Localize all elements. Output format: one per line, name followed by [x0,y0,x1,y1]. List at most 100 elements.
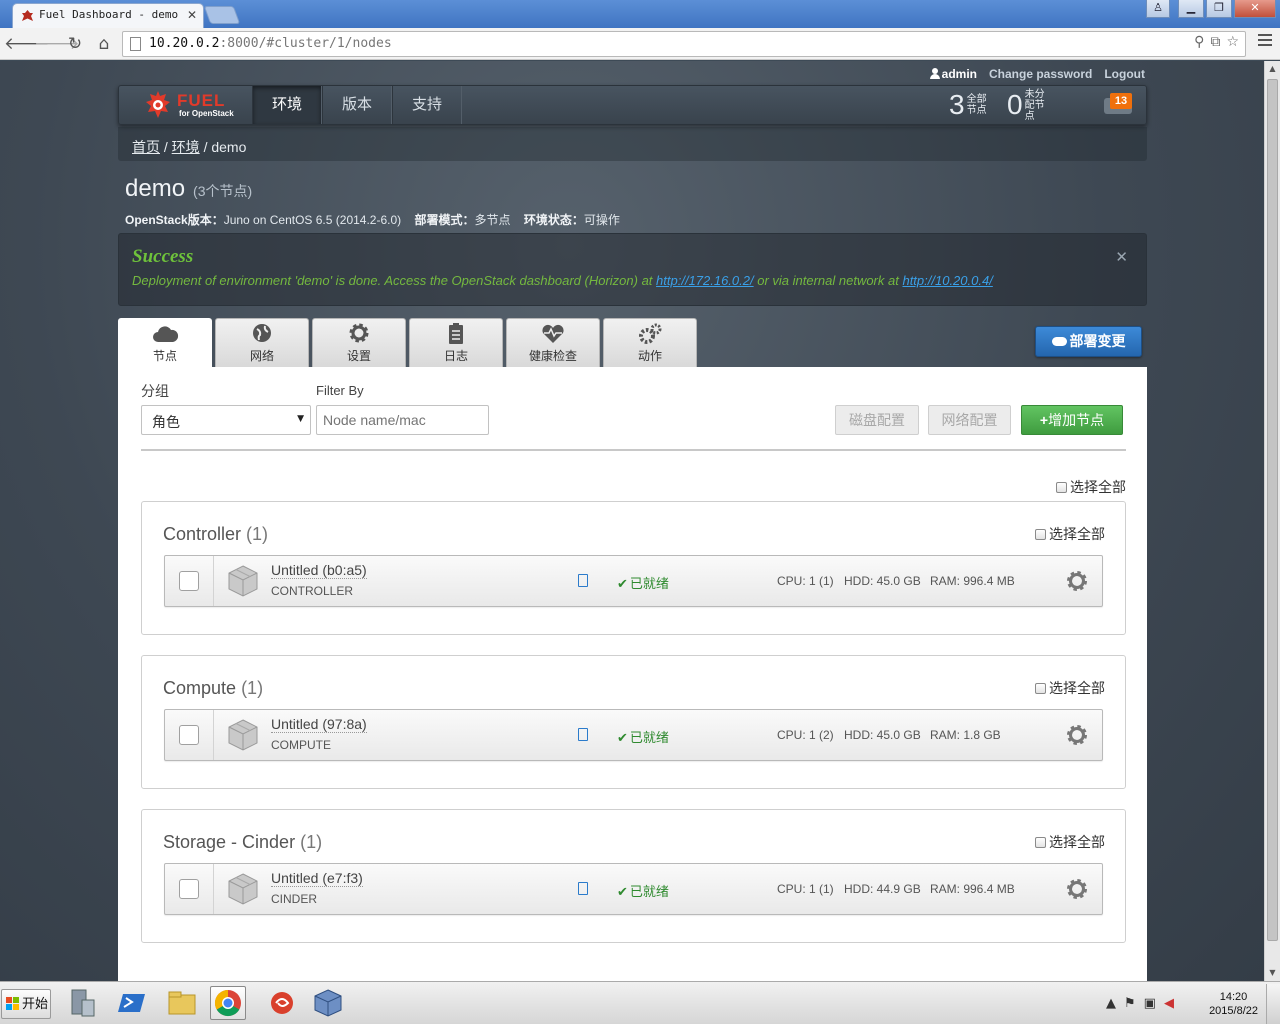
extension-icon[interactable]: ⚲ [1194,34,1204,50]
total-nodes-count: 3 [949,89,965,120]
nav-tab-support[interactable]: 支持 [392,86,462,124]
select-all-group[interactable]: 选择全部 [1035,678,1105,698]
node-name[interactable]: Untitled (b0:a5) [271,562,367,579]
unallocated-nodes-stat[interactable]: 0 未分配节点 [1007,87,1051,123]
chrome-icon [214,989,241,1017]
scroll-thumb[interactable] [1267,79,1278,941]
server-box-icon [228,873,258,905]
total-nodes-stat[interactable]: 3 全部节点 [949,87,993,123]
bookmark-star-icon[interactable]: ☆ [1226,34,1239,50]
group-select-checkbox[interactable] [1035,529,1046,540]
browser-tab[interactable]: Fuel Dashboard - demo ✕ [12,3,204,28]
node-row[interactable]: Untitled (b0:a5) CONTROLLER ✔ 已就绪 CPU: 1 … [164,555,1103,607]
tab-close-icon[interactable]: ✕ [187,8,197,22]
select-all-global[interactable]: 选择全部 [1056,477,1126,497]
node-name[interactable]: Untitled (97:8a) [271,716,367,733]
back-icon[interactable]: 🡐 [4,32,50,56]
show-desktop-button[interactable] [1266,984,1280,1024]
translate-icon[interactable]: ⧉ [1210,34,1220,50]
group-title: Controller (1) [163,524,269,544]
breadcrumb-environments[interactable]: 环境 [172,139,200,155]
minimize-button[interactable]: ▁ [1178,0,1204,18]
group-select-checkbox[interactable] [1035,837,1046,848]
change-password-link[interactable]: Change password [989,67,1092,81]
start-button[interactable]: 开始 [1,989,51,1019]
nav-tab-environments[interactable]: 环境 [252,86,322,124]
taskbar-clock[interactable]: 14:20 2015/8/22 [1209,990,1258,1018]
tab-nodes[interactable]: 节点 [118,318,212,368]
network-config-button[interactable]: 网络配置 [928,405,1011,435]
fuel-logo[interactable]: FUEL for OpenStack [143,89,234,121]
globe-icon [253,324,271,342]
node-checkbox[interactable] [179,879,199,899]
group-by-select[interactable]: 角色 ▼ [141,405,311,435]
nodes-panel: 分组 Filter By 角色 ▼ 磁盘配置 网络配置 +增加节点 选择全部 C… [118,367,1147,981]
system-tray: ▲ ⚑ ▣ ◀ 14:20 2015/8/22 [1100,984,1280,1024]
logout-link[interactable]: Logout [1104,67,1145,81]
server-manager-icon[interactable] [64,986,100,1020]
deploy-changes-button[interactable]: 部署变更 [1035,326,1142,357]
page-scrollbar[interactable]: ▲ ▼ [1264,61,1280,981]
disk-config-button[interactable]: 磁盘配置 [835,405,919,435]
group-title: Storage - Cinder (1) [163,832,323,852]
node-row[interactable]: Untitled (97:8a) COMPUTE ✔ 已就绪 CPU: 1 (2)… [164,709,1103,761]
home-icon[interactable]: ⌂ [92,32,116,56]
node-logs-icon[interactable] [578,728,588,741]
volume-muted-icon[interactable]: ◀ [1164,996,1174,1011]
forward-icon[interactable]: 🡒 [34,32,80,56]
main-navbar: FUEL for OpenStack 环境 版本 支持 3 全部节点 0 未分配… [118,85,1147,125]
tab-settings[interactable]: 设置 [312,318,406,367]
group-select-checkbox[interactable] [1035,683,1046,694]
powershell-icon[interactable] [114,986,150,1020]
tab-logs[interactable]: 日志 [409,318,503,367]
node-row[interactable]: Untitled (e7:f3) CINDER ✔ 已就绪 CPU: 1 (1) … [164,863,1103,915]
select-all-group[interactable]: 选择全部 [1035,524,1105,544]
node-settings-gear-icon[interactable] [1066,570,1088,592]
user-menu[interactable]: admin [929,67,977,81]
scroll-up-icon[interactable]: ▲ [1265,61,1280,77]
breadcrumb-home[interactable]: 首页 [132,139,160,155]
scroll-down-icon[interactable]: ▼ [1265,965,1280,981]
node-logs-icon[interactable] [578,574,588,587]
reload-icon[interactable]: ↻ [63,32,87,56]
virtualbox-icon[interactable] [310,986,346,1020]
tab-actions[interactable]: 动作 [603,318,697,367]
select-all-checkbox[interactable] [1056,482,1067,493]
clock-time: 14:20 [1219,991,1248,1003]
action-center-flag-icon[interactable]: ⚑ [1124,996,1136,1011]
browser-menu-icon[interactable] [1258,34,1272,48]
node-logs-icon[interactable] [578,882,588,895]
tab-health-check[interactable]: 健康检查 [506,318,600,367]
notifications-button[interactable]: 13 [1104,92,1134,116]
node-ram: RAM: 996.4 MB [930,574,1015,588]
logo-text: FUEL [177,91,226,110]
chrome-taskbar-button[interactable] [210,986,246,1020]
horizon-public-link[interactable]: http://172.16.0.2/ [656,273,754,288]
node-checkbox[interactable] [179,571,199,591]
add-nodes-button[interactable]: +增加节点 [1021,405,1123,435]
close-icon[interactable]: ✕ [1115,248,1128,266]
address-bar[interactable]: 10.20.0.2:8000/#cluster/1/nodes ⚲ ⧉ ☆ [122,31,1246,57]
profile-icon[interactable]: ♙ [1146,0,1170,18]
horizon-internal-link[interactable]: http://10.20.0.4/ [902,273,992,288]
tab-network[interactable]: 网络 [215,318,309,367]
app-swirl-icon[interactable] [264,986,300,1020]
new-tab-button[interactable] [203,6,241,24]
clipboard-icon [449,323,463,344]
tray-expand-icon[interactable]: ▲ [1106,996,1116,1011]
close-window-button[interactable]: ✕ [1234,0,1276,18]
node-settings-gear-icon[interactable] [1066,724,1088,746]
node-checkbox[interactable] [179,725,199,745]
logo-subtitle: for OpenStack [179,109,234,118]
restore-button[interactable]: ❐ [1206,0,1232,18]
heart-pulse-icon [542,324,564,343]
node-settings-gear-icon[interactable] [1066,878,1088,900]
node-cpu: CPU: 1 (1) [777,574,834,588]
file-explorer-icon[interactable] [164,986,200,1020]
deploy-mode-label: 部署模式： [414,213,475,227]
node-name[interactable]: Untitled (e7:f3) [271,870,363,887]
select-all-group[interactable]: 选择全部 [1035,832,1105,852]
nav-tab-releases[interactable]: 版本 [322,86,392,124]
network-icon[interactable]: ▣ [1144,996,1156,1011]
node-filter-input[interactable] [316,405,489,435]
